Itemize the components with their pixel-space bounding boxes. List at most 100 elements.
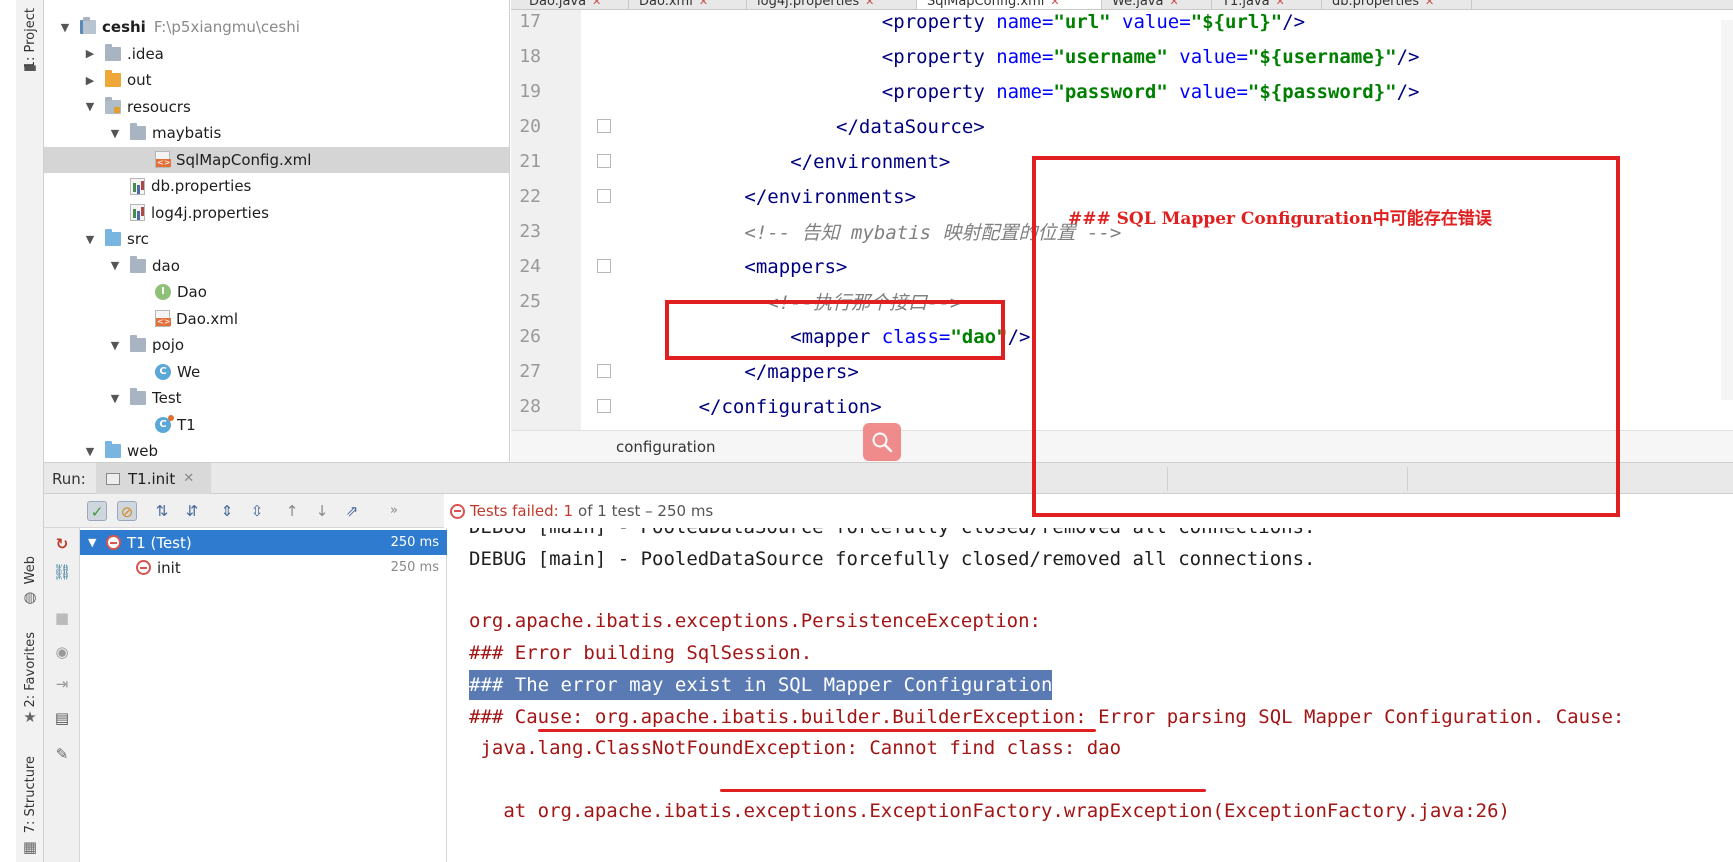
favorites-tool-tab[interactable]: 2: Favorites <box>18 630 42 710</box>
previous-failed-icon[interactable]: ↑ <box>282 501 302 521</box>
stop-icon[interactable]: ■ <box>52 608 72 628</box>
import-icon[interactable]: ⇥ <box>52 674 72 694</box>
sort-alpha-icon[interactable]: ⇅ <box>152 501 172 521</box>
tree-item-out[interactable]: ▶ out <box>44 67 509 93</box>
tree-item-dao[interactable]: ▶IDao <box>44 279 509 305</box>
fold-marker-icon[interactable] <box>597 119 611 133</box>
close-icon[interactable]: ✕ <box>865 0 874 8</box>
breadcrumb[interactable]: configuration <box>616 438 716 456</box>
tree-item-label: ceshi <box>102 18 146 36</box>
folder-orange-icon <box>105 70 121 87</box>
tree-item-sqlmapconfig-xml[interactable]: ▶SqlMapConfig.xml <box>44 146 509 173</box>
run-label: Run: <box>52 470 86 488</box>
tree-item-test[interactable]: ▼ Test <box>44 385 509 411</box>
tab-sqlmapconfig-xml[interactable]: SqlMapConfig.xml ✕ <box>917 0 1102 9</box>
tree-item-db-properties[interactable]: ▶db.properties <box>44 173 509 199</box>
line-number: 22 <box>519 186 541 207</box>
test-row-t1[interactable]: ▼ T1 (Test) 250 ms <box>80 530 447 555</box>
chevron-down-icon[interactable]: ▼ <box>108 392 122 405</box>
collapse-all-icon[interactable]: ⇳ <box>247 501 267 521</box>
show-passed-icon[interactable]: ✓ <box>87 501 107 521</box>
test-failed-icon <box>450 503 465 519</box>
fold-marker-icon[interactable] <box>597 364 611 378</box>
rerun-failed-icon[interactable]: ↻ <box>52 534 72 554</box>
close-icon[interactable]: ✕ <box>699 0 708 8</box>
tree-item-path: F:\p5xiangmu\ceshi <box>153 18 300 36</box>
test-row-init[interactable]: init 250 ms <box>80 555 447 580</box>
run-tab-t1-init[interactable]: T1.init ✕ <box>96 463 211 494</box>
test-failed-icon <box>106 535 121 550</box>
fold-marker-icon[interactable] <box>597 399 611 413</box>
more-icon[interactable]: » <box>384 501 404 521</box>
export-icon[interactable]: ⇗ <box>342 501 362 521</box>
pin-icon[interactable]: ✎ <box>52 744 72 764</box>
close-icon[interactable]: ✕ <box>1169 0 1178 8</box>
tab-log4j-properties[interactable]: log4j.properties ✕ <box>747 0 917 9</box>
console-line: DEBUG [main] - PooledDataSource forceful… <box>469 528 1315 542</box>
run-toolbar: ✓ ⊘ ⇅ ⇵ ⇕ ⇳ ↑ ↓ ⇗ » <box>44 494 444 528</box>
line-number: 26 <box>519 326 541 347</box>
tree-item-dao[interactable]: ▼ dao <box>44 253 509 279</box>
code-line[interactable]: 18 <property name="username" value="${use… <box>511 39 1733 74</box>
toggle-auto-test-icon[interactable]: ⛓ <box>52 562 72 582</box>
module-folder-icon <box>80 17 96 34</box>
tab-dao-xml[interactable]: Dao.xml ✕ <box>629 0 747 9</box>
sort-duration-icon[interactable]: ⇵ <box>182 501 202 521</box>
chevron-down-icon[interactable]: ▼ <box>83 445 97 458</box>
tree-item-web[interactable]: ▼ web <box>44 438 509 462</box>
tree-item-maybatis[interactable]: ▼ maybatis <box>44 120 509 146</box>
chevron-down-icon[interactable]: ▼ <box>108 127 122 140</box>
close-icon[interactable]: ✕ <box>1050 0 1059 8</box>
chevron-right-icon[interactable]: ▶ <box>83 47 97 60</box>
tree-item-label: Dao <box>177 283 207 301</box>
camera-icon[interactable]: ◉ <box>52 642 72 662</box>
tree-item-src[interactable]: ▼ src <box>44 226 509 252</box>
chevron-down-icon[interactable]: ▼ <box>83 233 97 246</box>
tree-item-log4j-properties[interactable]: ▶log4j.properties <box>44 200 509 226</box>
chevron-down-icon[interactable]: ▼ <box>83 100 97 113</box>
tab-dao-java[interactable]: Dao.java ✕ <box>519 0 629 9</box>
folder-icon <box>130 123 146 140</box>
tree-item-we[interactable]: ▶CWe <box>44 359 509 385</box>
code-line[interactable]: 19 <property name="password" value="${pas… <box>511 74 1733 109</box>
chevron-down-icon[interactable]: ▼ <box>88 536 96 549</box>
line-number: 21 <box>519 151 541 172</box>
tree-item-t1[interactable]: ▶CT1 <box>44 412 509 438</box>
tree-item-pojo[interactable]: ▼ pojo <box>44 332 509 358</box>
code-text: <property name="url" value="${url}"/> <box>881 10 1306 33</box>
tree-item-ceshi[interactable]: ▼ ceshi F:\p5xiangmu\ceshi <box>44 14 509 40</box>
next-failed-icon[interactable]: ↓ <box>312 501 332 521</box>
console-line: ### Cause: org.apache.ibatis.builder.Bui… <box>469 706 1625 728</box>
search-button[interactable] <box>863 423 901 461</box>
console-output[interactable]: DEBUG [main] - PooledDataSource forceful… <box>447 528 1733 862</box>
code-line[interactable]: 17 <property name="url" value="${url}"/> <box>511 10 1733 39</box>
fold-marker-icon[interactable] <box>597 259 611 273</box>
tree-item-label: log4j.properties <box>151 203 269 222</box>
web-icon: ◍ <box>23 588 37 606</box>
editor-scrollbar[interactable] <box>1721 20 1733 400</box>
expand-all-icon[interactable]: ⇕ <box>217 501 237 521</box>
tab-we-java[interactable]: We.java ✕ <box>1102 0 1212 9</box>
structure-tool-tab[interactable]: 7: Structure <box>18 752 42 837</box>
close-icon[interactable]: ✕ <box>592 0 601 8</box>
tree-item-idea[interactable]: ▶ .idea <box>44 41 509 67</box>
show-ignored-icon[interactable]: ⊘ <box>117 501 137 521</box>
fold-marker-icon[interactable] <box>597 154 611 168</box>
chevron-down-icon[interactable]: ▼ <box>108 339 122 352</box>
tab-t1-java[interactable]: T1.java ✕ <box>1212 0 1322 9</box>
close-icon[interactable]: ✕ <box>1425 0 1434 8</box>
tree-item-dao-xml[interactable]: ▶Dao.xml <box>44 306 509 332</box>
chevron-down-icon[interactable]: ▼ <box>108 259 122 272</box>
fold-marker-icon[interactable] <box>597 189 611 203</box>
tree-item-label: We <box>177 362 201 381</box>
code-line[interactable]: 20 </dataSource> <box>511 109 1733 144</box>
code-text: </dataSource> <box>836 115 985 138</box>
tree-item-resoucrs[interactable]: ▼ resoucrs <box>44 94 509 120</box>
tab-db-properties[interactable]: db.properties ✕ <box>1322 0 1472 9</box>
close-icon[interactable]: ✕ <box>183 471 194 486</box>
close-icon[interactable]: ✕ <box>1276 0 1285 8</box>
chevron-down-icon[interactable]: ▼ <box>58 21 72 34</box>
line-number: 24 <box>519 256 541 277</box>
chevron-right-icon[interactable]: ▶ <box>83 74 97 87</box>
layout-icon[interactable]: ▤ <box>52 708 72 728</box>
